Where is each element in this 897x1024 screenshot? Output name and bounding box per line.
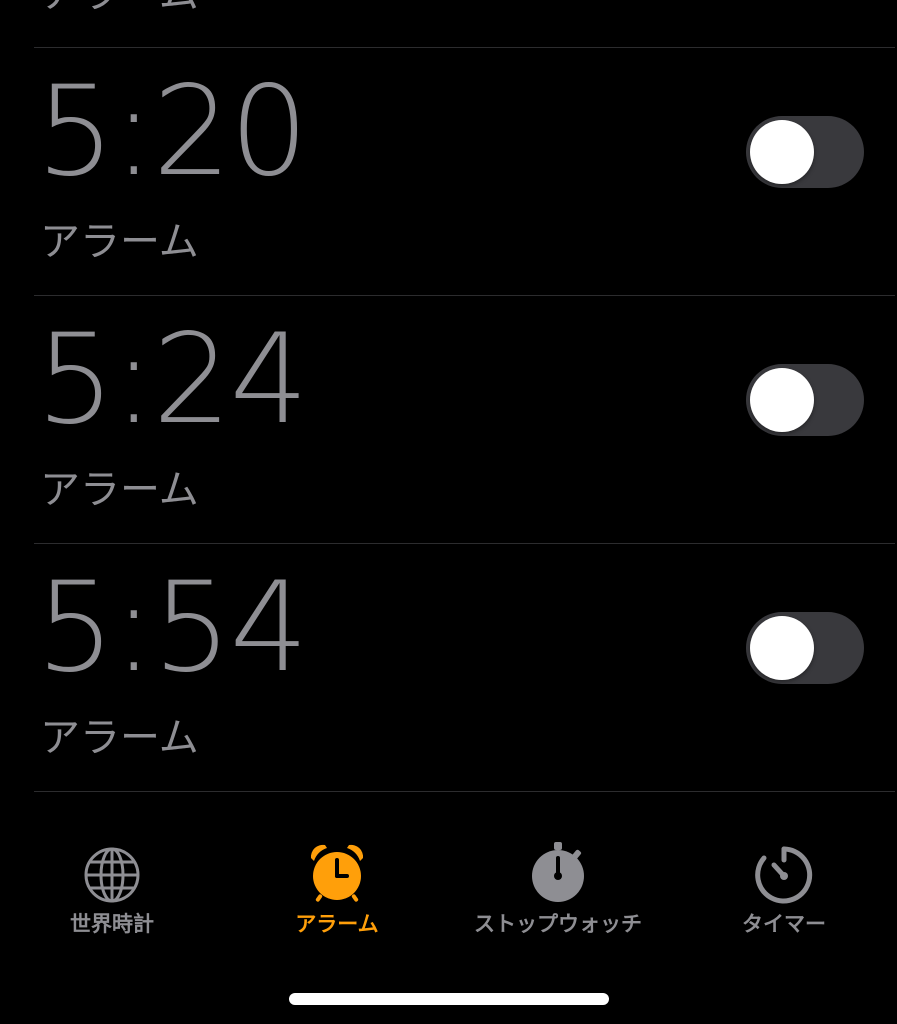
alarm-label: アラーム bbox=[40, 715, 199, 761]
alarm-toggle[interactable] bbox=[746, 612, 864, 684]
row-divider bbox=[34, 791, 895, 792]
alarm-label: アラーム bbox=[40, 467, 199, 513]
tab-alarm[interactable]: アラーム bbox=[237, 840, 437, 950]
tab-stopwatch[interactable]: ストップウォッチ bbox=[458, 840, 658, 950]
alarm-list: アラーム 5:20 アラーム 5:24 アラーム 5:54 アラーム bbox=[0, 0, 897, 800]
alarm-row[interactable]: 5:54 アラーム bbox=[0, 544, 897, 792]
alarm-time: 5:24 bbox=[36, 308, 308, 452]
tab-timer[interactable]: タイマー bbox=[684, 840, 884, 950]
toggle-knob bbox=[750, 120, 814, 184]
alarm-label: アラーム bbox=[40, 0, 199, 22]
alarm-time: 5:54 bbox=[36, 556, 308, 700]
toggle-knob bbox=[750, 368, 814, 432]
globe-icon bbox=[84, 847, 140, 903]
alarm-row-partial[interactable]: アラーム bbox=[0, 0, 897, 48]
timer-icon bbox=[755, 846, 813, 904]
tab-world-clock[interactable]: 世界時計 bbox=[12, 840, 212, 950]
tab-label: タイマー bbox=[742, 912, 826, 936]
alarm-time: 5:20 bbox=[36, 60, 308, 204]
tab-label: 世界時計 bbox=[70, 912, 154, 936]
stopwatch-icon bbox=[532, 842, 584, 902]
toggle-knob bbox=[750, 616, 814, 680]
tab-label: ストップウォッチ bbox=[474, 912, 642, 936]
alarm-toggle[interactable] bbox=[746, 364, 864, 436]
alarm-row[interactable]: 5:24 アラーム bbox=[0, 296, 897, 544]
alarm-toggle[interactable] bbox=[746, 116, 864, 188]
home-indicator[interactable] bbox=[289, 993, 609, 1005]
alarm-screen: アラーム 5:20 アラーム 5:24 アラーム 5:54 アラーム bbox=[0, 0, 897, 1024]
alarm-clock-icon bbox=[310, 844, 364, 902]
alarm-row[interactable]: 5:20 アラーム bbox=[0, 48, 897, 296]
alarm-label: アラーム bbox=[40, 219, 199, 265]
tab-bar: 世界時計 アラーム ストップウォッチ タイマー bbox=[0, 820, 897, 960]
tab-label: アラーム bbox=[295, 912, 379, 936]
